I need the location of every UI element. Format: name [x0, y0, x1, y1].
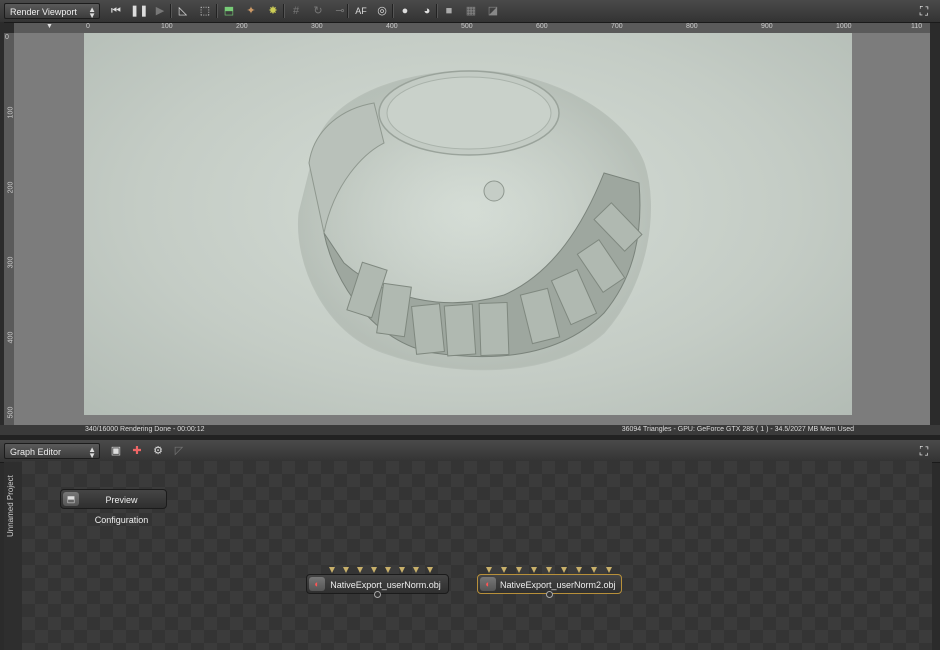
grid-snap-icon[interactable]: #	[288, 3, 304, 19]
output-pin[interactable]	[374, 591, 381, 598]
toolbar-separator	[392, 4, 394, 18]
camera-icon[interactable]: ◎	[374, 3, 390, 19]
configuration-icon: ⬒	[63, 492, 79, 506]
mesh-node-icon: ◐	[309, 577, 325, 591]
render-progress-text: 340/16000 Rendering Done - 00:00:12	[85, 426, 205, 433]
graph-panel-selector[interactable]: Graph Editor ▲ ▼	[4, 443, 100, 460]
checker-icon[interactable]: ▦	[463, 3, 479, 19]
graph-panel-title: Graph Editor	[10, 447, 62, 457]
node-label: NativeExport_userNorm.obj	[330, 580, 441, 590]
refresh-icon[interactable]: ↻	[310, 3, 326, 19]
graph-canvas[interactable]: ⬒ Preview Configuration ◐ NativeExport_u…	[22, 461, 932, 650]
chevron-down-icon: ▼	[88, 11, 96, 20]
project-tab-label: Unnamed Project	[6, 475, 15, 537]
viewport-panel-selector[interactable]: Render Viewport ▲ ▼	[4, 3, 100, 20]
pause-icon[interactable]: ❚❚	[130, 3, 148, 19]
ruler-marker-icon: ▼	[46, 23, 53, 30]
autofocus-button[interactable]: AF	[352, 3, 370, 19]
settings-node-icon[interactable]: ⚙	[150, 443, 166, 459]
toolbar-separator	[347, 4, 349, 18]
sphere-icon[interactable]: ●	[397, 3, 413, 19]
watch-render	[297, 70, 652, 371]
background-toggle-icon[interactable]: ■	[441, 3, 457, 19]
ruler-tick: 0	[5, 34, 9, 41]
project-side-tab[interactable]: Unnamed Project	[4, 462, 23, 650]
ruler-tick: 1000	[836, 23, 852, 30]
ruler-tick: 900	[761, 23, 773, 30]
ruler-tick: 400	[386, 23, 398, 30]
chevron-down-icon: ▼	[88, 451, 96, 460]
ruler-tick: 300	[311, 23, 323, 30]
viewport-toolbar: Render Viewport ▲ ▼ ⏮ ❚❚ ▶ ◺ ⬚ ⬒ ✦ ✸ # ↻…	[0, 0, 940, 23]
viewport-status-bar: 340/16000 Rendering Done - 00:00:12 3609…	[0, 425, 940, 435]
ruler-tick: 700	[611, 23, 623, 30]
alpha-icon[interactable]: ◪	[485, 3, 501, 19]
ruler-tick: 110	[911, 23, 923, 30]
gpu-stats-text: 36094 Triangles - GPU: GeForce GTX 285 (…	[621, 426, 854, 433]
ruler-tick: 200	[236, 23, 248, 30]
toolbar-separator	[170, 4, 172, 18]
shaded-sphere-icon[interactable]: ◕	[419, 3, 435, 19]
toolbar-separator	[436, 4, 438, 18]
viewport-panel-title: Render Viewport	[10, 7, 77, 17]
ruler-tool-icon[interactable]: ◺	[175, 3, 191, 19]
add-node-icon[interactable]: ✚	[129, 443, 145, 459]
export-image-icon[interactable]: ⬒	[221, 3, 237, 19]
ruler-tick: 600	[536, 23, 548, 30]
output-pin[interactable]	[546, 591, 553, 598]
ruler-corner: ▼	[14, 23, 84, 33]
toolbar-separator	[283, 4, 285, 18]
ruler-tick: 500	[461, 23, 473, 30]
layout-icon[interactable]: ◸	[171, 443, 187, 459]
maximize-icon[interactable]: ⛶	[916, 443, 932, 459]
node-label: NativeExport_userNorm2.obj	[500, 580, 616, 590]
skip-to-start-icon[interactable]: ⏮	[108, 3, 124, 19]
region-tool-icon[interactable]: ⬚	[197, 3, 213, 19]
toolbar-separator	[216, 4, 218, 18]
maximize-icon[interactable]: ⛶	[916, 3, 932, 19]
render-image[interactable]	[84, 33, 852, 415]
preview-configuration-node[interactable]: ⬒ Preview Configuration	[60, 489, 167, 525]
native-export-node[interactable]: ◐ NativeExport_userNorm.obj	[306, 567, 449, 598]
node-label: Preview Configuration	[94, 495, 149, 525]
graph-editor-toolbar: Graph Editor ▲ ▼ ▣ ✚ ⚙ ◸ ⛶	[0, 440, 940, 463]
native-export-node-2[interactable]: ◐ NativeExport_userNorm2.obj	[477, 567, 622, 598]
ruler-left: 0 100 200 300 400 500	[4, 33, 14, 425]
play-icon[interactable]: ▶	[152, 3, 168, 19]
mesh-node-icon: ◐	[480, 577, 496, 591]
color-picker-icon[interactable]: ✦	[243, 3, 259, 19]
ruler-tick: 100	[161, 23, 173, 30]
save-icon[interactable]: ▣	[108, 443, 124, 459]
ruler-tick: 800	[686, 23, 698, 30]
ruler-tick: 0	[86, 23, 90, 30]
light-icon[interactable]: ✸	[265, 3, 281, 19]
link-icon[interactable]: ⊸	[332, 3, 348, 19]
